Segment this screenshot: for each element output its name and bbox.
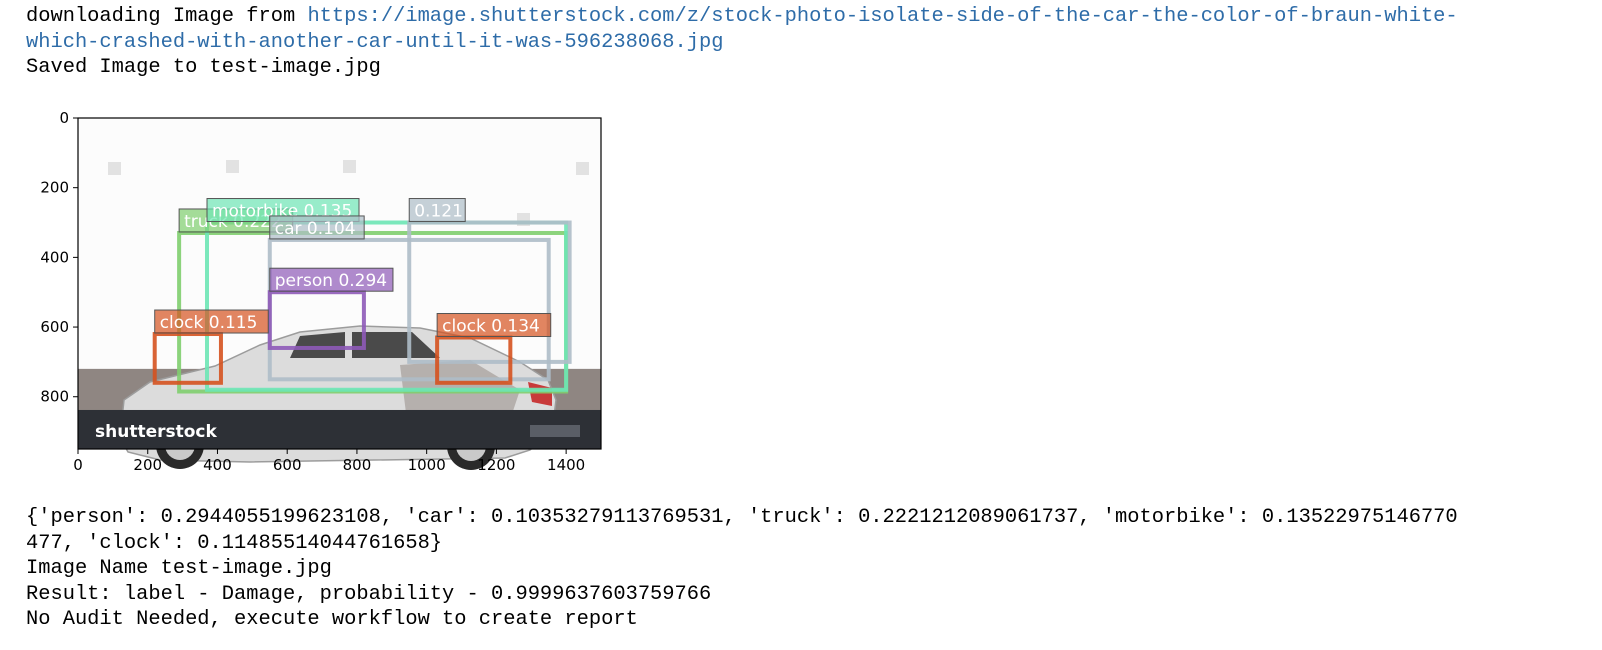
x-tick-label: 1000 [408, 456, 446, 474]
y-tick-label: 400 [40, 248, 69, 266]
watermark-text: shutterstock [95, 422, 217, 442]
x-tick-label: 800 [343, 456, 372, 474]
download-prefix: downloading Image from [26, 5, 308, 28]
x-tick-label: 200 [133, 456, 162, 474]
y-tick-label: 800 [40, 388, 69, 406]
watermark-square [576, 162, 589, 175]
x-tick-label: 1400 [547, 456, 585, 474]
y-tick-label: 0 [59, 109, 69, 127]
detection-label-car: car 0.104 [275, 219, 356, 239]
x-tick-label: 0 [73, 456, 83, 474]
watermark-corner-mark [530, 425, 580, 437]
y-tick-label: 200 [40, 179, 69, 197]
download-line: downloading Image from https://image.shu… [26, 4, 1458, 30]
x-tick-label: 1200 [477, 456, 515, 474]
detection-plot: shutterstocktruck 0.222motorbike 0.135ca… [40, 109, 602, 474]
watermark-square [343, 160, 356, 173]
scores-dict-line-1: {'person': 0.2944055199623108, 'car': 0.… [26, 506, 1458, 529]
detection-label-car: 0.121 [414, 202, 463, 222]
audit-line: No Audit Needed, execute workflow to cre… [26, 608, 638, 631]
watermark-square [226, 160, 239, 173]
download-url-link-continued[interactable]: which-crashed-with-another-car-until-it-… [26, 31, 723, 54]
detection-label-clock: clock 0.134 [442, 317, 540, 337]
download-url-continuation: which-crashed-with-another-car-until-it-… [26, 30, 723, 56]
result-line: Result: label - Damage, probability - 0.… [26, 583, 712, 606]
y-tick-label: 600 [40, 318, 69, 336]
scores-dict-line-2: 477, 'clock': 0.11485514044761658} [26, 532, 443, 555]
x-tick-label: 400 [203, 456, 232, 474]
download-url-link[interactable]: https://image.shutterstock.com/z/stock-p… [307, 5, 1457, 28]
x-tick-label: 600 [273, 456, 302, 474]
detection-label-clock: clock 0.115 [160, 313, 258, 333]
saved-image-line: Saved Image to test-image.jpg [26, 56, 381, 79]
image-name-line: Image Name test-image.jpg [26, 557, 332, 580]
watermark-square [108, 162, 121, 175]
detection-label-person: person 0.294 [275, 271, 387, 291]
